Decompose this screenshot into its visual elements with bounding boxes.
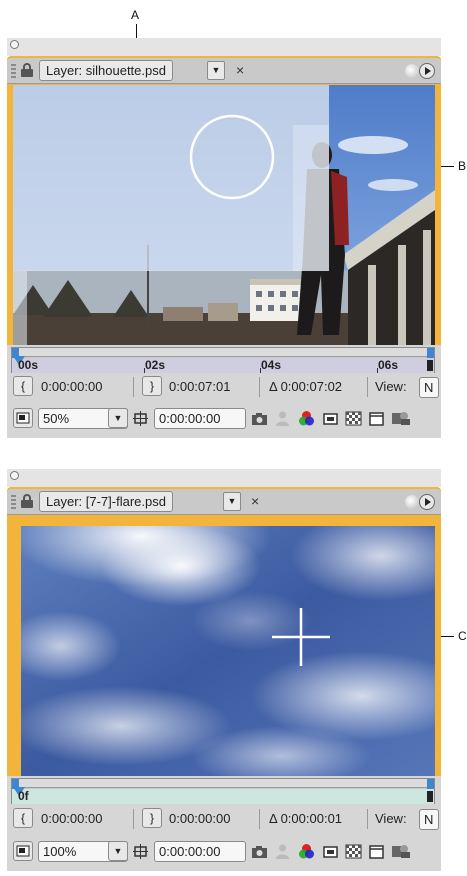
flyout-menu-icon[interactable] — [405, 62, 435, 80]
time-ruler[interactable]: 00s 02s 04s 06s — [11, 347, 435, 373]
region-of-interest-icon[interactable] — [132, 843, 149, 860]
time-row: { 0:00:00:00 } 0:00:07:01 Δ 0:00:07:02 V… — [11, 376, 439, 400]
lock-icon[interactable] — [21, 63, 33, 77]
dropdown-arrow-icon[interactable]: ▼ — [108, 841, 128, 861]
dropdown-arrow-icon[interactable]: ▼ — [207, 61, 225, 80]
layer-panel-flare: Layer: [7-7]-flare.psd ▼ × 0f {0:00:00:… — [7, 469, 441, 871]
panel-controls: 00s 02s 04s 06s { 0:00:00:00 } 0:00:07:0… — [7, 345, 441, 438]
lock-icon[interactable] — [21, 494, 33, 508]
time-ruler[interactable]: 0f — [11, 778, 435, 804]
guides-icon[interactable] — [368, 843, 385, 860]
tick-label: 00s — [18, 358, 39, 372]
time-row: { 0:00:00:00 } 0:00:00:00 Δ 0:00:00:01 V… — [11, 808, 439, 832]
callout-a-label: A — [131, 8, 140, 22]
work-area-bar[interactable] — [12, 779, 434, 788]
layer-viewer-image[interactable] — [21, 526, 435, 776]
tick-label: 0f — [18, 789, 29, 803]
camera-snapshot-icon[interactable] — [251, 843, 268, 860]
callout-b-label: B — [458, 159, 467, 173]
resolution-icon[interactable] — [322, 843, 339, 860]
window-titlebar — [7, 469, 441, 487]
duration-time: Δ 0:00:07:02 — [269, 379, 343, 394]
time-track[interactable] — [12, 358, 434, 373]
fast-previews-icon[interactable] — [391, 410, 410, 427]
divider — [259, 377, 260, 397]
dropdown-arrow-icon[interactable]: ▼ — [223, 492, 241, 511]
view-select[interactable]: N — [419, 377, 439, 398]
set-in-point-icon[interactable]: { — [13, 376, 33, 396]
view-label: View: — [375, 811, 407, 826]
tick-label: 02s — [145, 358, 166, 372]
dropdown-arrow-icon[interactable]: ▼ — [108, 408, 128, 428]
window-close-dot-icon[interactable] — [10, 471, 19, 480]
view-select[interactable]: N — [419, 809, 439, 830]
always-preview-icon[interactable] — [13, 408, 33, 428]
divider — [367, 377, 368, 397]
callout-c-label: C — [458, 629, 467, 643]
divider — [367, 809, 368, 829]
silhouette-scene — [13, 85, 435, 345]
time-ruler-end-icon — [427, 360, 433, 371]
current-time-field[interactable]: 0:00:00:00 — [154, 841, 246, 862]
always-preview-icon[interactable] — [13, 841, 33, 861]
out-point-time: 0:00:07:01 — [169, 379, 231, 394]
window-close-dot-icon[interactable] — [10, 40, 19, 49]
out-point-time: 0:00:00:00 — [169, 811, 231, 826]
layer-panel-silhouette: Layer: silhouette.psd ▼ × 00s 02s 04s 06… — [7, 38, 441, 438]
view-label: View: — [375, 379, 407, 394]
current-time-field[interactable]: 0:00:00:00 — [154, 408, 246, 429]
cloud-scene — [21, 526, 435, 776]
panel-grip-icon[interactable] — [11, 64, 16, 78]
panel-grip-icon[interactable] — [11, 495, 16, 509]
duration-time: Δ 0:00:00:01 — [269, 811, 343, 826]
set-out-point-icon[interactable]: } — [142, 376, 162, 396]
guides-icon[interactable] — [368, 410, 385, 427]
divider — [133, 809, 134, 829]
time-track[interactable] — [12, 789, 434, 804]
rgb-channels-icon[interactable] — [298, 843, 315, 860]
layer-viewer-image[interactable] — [13, 85, 435, 345]
layer-tab[interactable]: Layer: [7-7]-flare.psd — [39, 491, 173, 512]
work-area-bar[interactable] — [12, 348, 434, 357]
transparency-grid-icon[interactable] — [345, 843, 362, 860]
in-point-time: 0:00:00:00 — [41, 811, 103, 826]
window-titlebar — [7, 38, 441, 56]
divider — [133, 377, 134, 397]
panel-tabbar: Layer: [7-7]-flare.psd ▼ × — [7, 489, 441, 515]
viewer-toolbar: 100% ▼ 0:00:00:00 — [11, 840, 439, 864]
show-snapshot-icon[interactable] — [274, 843, 291, 860]
work-area-end-handle[interactable] — [427, 779, 434, 789]
set-out-point-icon[interactable]: } — [142, 808, 162, 828]
panel-tabbar: Layer: silhouette.psd ▼ × — [7, 58, 441, 84]
resolution-icon[interactable] — [322, 410, 339, 427]
transparency-grid-icon[interactable] — [345, 410, 362, 427]
time-ruler-end-icon — [427, 791, 433, 802]
viewer-toolbar: 50% ▼ 0:00:00:00 — [11, 407, 439, 431]
show-snapshot-icon[interactable] — [274, 410, 291, 427]
divider — [259, 809, 260, 829]
layer-tab[interactable]: Layer: silhouette.psd — [39, 60, 173, 81]
region-of-interest-icon[interactable] — [132, 410, 149, 427]
in-point-time: 0:00:00:00 — [41, 379, 103, 394]
close-icon[interactable]: × — [251, 493, 259, 509]
close-icon[interactable]: × — [236, 62, 244, 78]
tick-label: 06s — [378, 358, 399, 372]
work-area-end-handle[interactable] — [427, 348, 434, 358]
camera-snapshot-icon[interactable] — [251, 410, 268, 427]
fast-previews-icon[interactable] — [391, 843, 410, 860]
tick-label: 04s — [261, 358, 282, 372]
set-in-point-icon[interactable]: { — [13, 808, 33, 828]
panel-controls: 0f { 0:00:00:00 } 0:00:00:00 Δ 0:00:00:0… — [7, 776, 441, 871]
flyout-menu-icon[interactable] — [405, 493, 435, 511]
rgb-channels-icon[interactable] — [298, 410, 315, 427]
